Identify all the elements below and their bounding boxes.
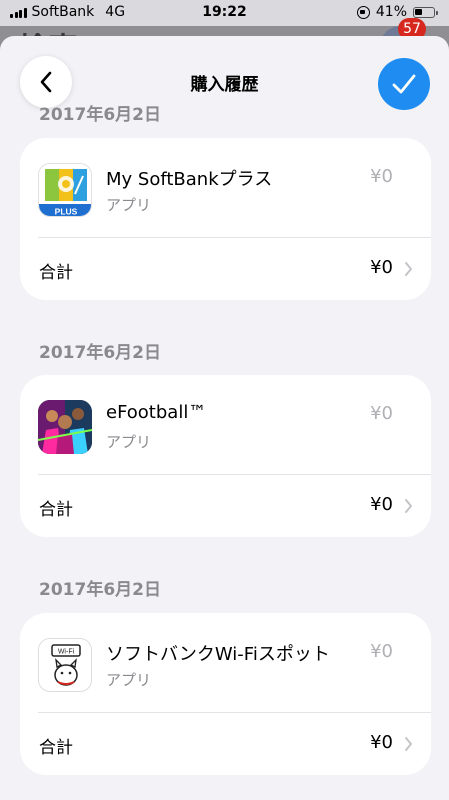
- total-value[interactable]: ¥0: [370, 732, 393, 753]
- app-name: ソフトバンクWi-Fiスポット: [106, 644, 330, 665]
- purchase-history-sheet: 購入履歴 2017年6月2日 PLUS My SoftBankプラス アプリ ¥…: [0, 36, 449, 800]
- checkmark-icon: [392, 74, 416, 94]
- app-name: My SoftBankプラス: [106, 169, 273, 190]
- softbank-wifi-spot-icon-text: Wi-Fi: [58, 649, 75, 656]
- status-bar: SoftBank 4G 19:22 41%: [0, 0, 449, 26]
- divider: [38, 474, 431, 475]
- purchase-date: 2017年6月2日: [39, 105, 161, 125]
- app-kind: アプリ: [106, 433, 152, 451]
- purchase-card: PLUS My SoftBankプラス アプリ ¥0 合計 ¥0: [20, 138, 431, 300]
- app-name: eFootball™: [106, 402, 207, 423]
- app-kind: アプリ: [106, 196, 152, 214]
- divider: [38, 712, 431, 713]
- orientation-lock-icon: [356, 5, 370, 19]
- done-button[interactable]: [378, 58, 430, 110]
- chevron-right-icon[interactable]: [404, 498, 413, 514]
- purchase-date: 2017年6月2日: [39, 580, 161, 600]
- status-right: 41%: [356, 4, 438, 20]
- softbank-wifi-spot-icon: Wi-Fi: [38, 638, 92, 692]
- my-softbank-plus-icon: PLUS: [38, 163, 92, 217]
- total-label[interactable]: 合計: [39, 733, 73, 758]
- battery-icon: [413, 6, 438, 18]
- efootball-icon: [38, 400, 92, 454]
- purchase-card: Wi-Fi ソフトバンクWi-Fiスポット アプリ ¥0 合計 ¥0: [20, 613, 431, 775]
- total-value[interactable]: ¥0: [370, 494, 393, 515]
- total-value[interactable]: ¥0: [370, 257, 393, 278]
- my-softbank-plus-icon-text: PLUS: [55, 207, 78, 217]
- chevron-left-icon: [40, 71, 52, 93]
- app-price: ¥0: [370, 166, 393, 187]
- app-price: ¥0: [370, 641, 393, 662]
- total-label[interactable]: 合計: [39, 495, 73, 520]
- chevron-right-icon[interactable]: [404, 261, 413, 277]
- purchase-card: eFootball™ アプリ ¥0 合計 ¥0: [20, 375, 431, 537]
- chevron-right-icon[interactable]: [404, 736, 413, 752]
- purchase-date: 2017年6月2日: [39, 343, 161, 363]
- app-price: ¥0: [370, 403, 393, 424]
- battery-fill: [415, 8, 423, 15]
- battery-percent: 41%: [375, 4, 407, 20]
- app-kind: アプリ: [106, 671, 152, 689]
- divider: [38, 237, 431, 238]
- total-label[interactable]: 合計: [39, 258, 73, 283]
